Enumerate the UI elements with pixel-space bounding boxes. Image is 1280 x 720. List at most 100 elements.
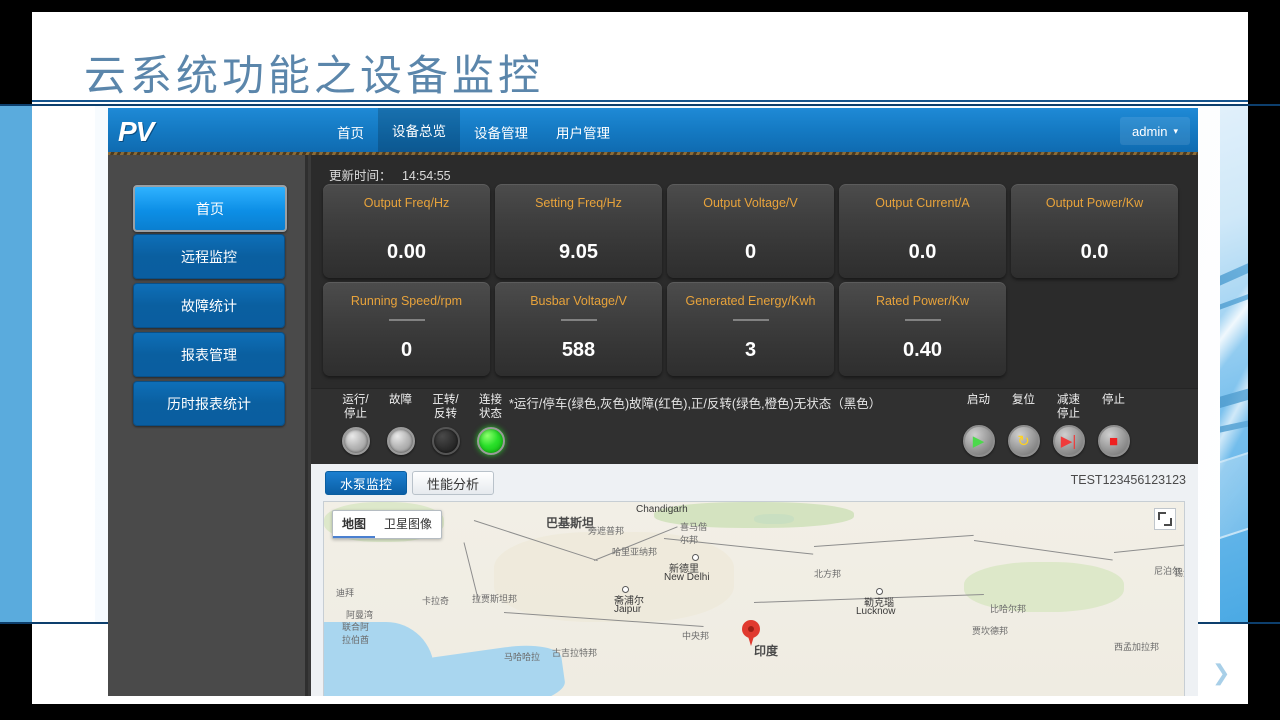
map-type-1[interactable]: 卫星图像 — [375, 511, 441, 538]
metric-card-value: 0.0 — [1011, 241, 1178, 264]
web-app-window: PV 首页 设备总览 设备管理 用户管理 admin ▾ 首页远程监控故障统计报表管理… — [108, 108, 1198, 696]
sidebar-item-label: 报表管理 — [181, 345, 237, 365]
user-menu-label: admin — [1132, 124, 1167, 139]
status-indicator-group: 运行/停止故障正转/反转连接状态 — [333, 393, 513, 455]
main-content: 更新时间： 14:54:55 Output Freq/Hz0.00Setting… — [311, 155, 1198, 696]
metric-card-label: Output Freq/Hz — [323, 196, 490, 210]
slide-title: 云系统功能之设备监控 — [84, 42, 544, 103]
control-button-label: 启动 — [967, 393, 990, 423]
sidebar-item-2[interactable]: 故障统计 — [133, 283, 285, 328]
panel-tab-label: 性能分析 — [427, 474, 479, 493]
update-time-label: 更新时间： — [329, 169, 392, 183]
control-button-label: 复位 — [1012, 393, 1035, 423]
metric-card-value: 0.0 — [839, 241, 1006, 264]
nav-item-3[interactable]: 用户管理 — [542, 108, 624, 155]
panel-tab-0[interactable]: 水泵监控 — [325, 471, 407, 495]
status-indicator-label: 故障 — [389, 393, 412, 423]
decelerate-stop-icon: ▶| — [1055, 427, 1083, 455]
fullscreen-icon[interactable] — [1154, 508, 1176, 530]
sidebar-item-3[interactable]: 报表管理 — [133, 332, 285, 377]
status-led-dark — [432, 427, 460, 455]
nav-item-label: 设备管理 — [474, 122, 528, 142]
map-label: 贾坎德邦 — [972, 624, 1008, 637]
nav-item-label: 首页 — [337, 122, 364, 142]
status-led-green — [477, 427, 505, 455]
map-label: 古吉拉特邦 — [552, 646, 597, 659]
sidebar-item-label: 远程监控 — [181, 247, 237, 267]
metric-card-value: 3 — [667, 339, 834, 362]
stop-icon: ■ — [1100, 427, 1128, 455]
status-indicator-label: 正转/反转 — [432, 393, 458, 423]
metric-card: Running Speed/rpm0 — [323, 282, 490, 376]
metric-card: Output Current/A0.0 — [839, 184, 1006, 278]
metric-card-label: Generated Energy/Kwh — [667, 294, 834, 308]
control-item-3: 停止 ■ — [1091, 393, 1136, 457]
panel-tabs: 水泵监控 性能分析 — [325, 471, 499, 495]
metric-card-value: 0.40 — [839, 339, 1006, 362]
next-arrow-icon[interactable]: ❯ — [1212, 660, 1230, 686]
map-label: 锡金 — [1174, 566, 1185, 579]
control-button-group: 启动 ▶ 复位 ↻ 减速停止 ▶| 停止 ■ — [956, 393, 1136, 457]
metric-card-divider — [389, 319, 425, 321]
sidebar-item-1[interactable]: 远程监控 — [133, 234, 285, 279]
map-label: Chandigarh — [636, 504, 688, 515]
user-menu[interactable]: admin ▾ — [1120, 117, 1190, 145]
top-navbar: PV 首页 设备总览 设备管理 用户管理 admin ▾ — [108, 108, 1198, 155]
map-label: New Delhi — [664, 572, 710, 583]
metric-card-value: 9.05 — [495, 241, 662, 264]
presentation-slide: 云系统功能之设备监控 ❯ PV 首页 设备总览 设备管理 用户管理 admin ▾ 首… — [0, 0, 1280, 720]
map-label: 迪拜 — [336, 586, 354, 599]
status-led-gray — [342, 427, 370, 455]
metric-card-divider — [561, 319, 597, 321]
sidebar-item-4[interactable]: 历时报表统计 — [133, 381, 285, 426]
decelerate-stop-button[interactable]: ▶| — [1053, 425, 1085, 457]
reset-icon: ↻ — [1010, 427, 1038, 455]
sidebar-item-0[interactable]: 首页 — [133, 185, 287, 232]
control-button-label: 停止 — [1102, 393, 1125, 423]
metric-card-value: 588 — [495, 339, 662, 362]
status-indicator-0: 运行/停止 — [333, 393, 378, 455]
metric-card-value: 0 — [323, 339, 490, 362]
stop-button[interactable]: ■ — [1098, 425, 1130, 457]
app-logo[interactable]: PV — [118, 116, 153, 148]
control-item-0: 启动 ▶ — [956, 393, 1001, 457]
map-marker-icon[interactable] — [742, 620, 760, 646]
nav-item-1[interactable]: 设备总览 — [378, 108, 460, 155]
status-indicator-label: 连接状态 — [479, 393, 502, 423]
map-label: 马哈哈拉 — [504, 650, 540, 663]
metric-card-value: 0 — [667, 241, 834, 264]
metric-card: Output Voltage/V0 — [667, 184, 834, 278]
chevron-down-icon: ▾ — [1173, 126, 1178, 137]
map-label: 哈里亚纳邦 — [612, 545, 657, 558]
nav-item-0[interactable]: 首页 — [323, 108, 378, 155]
status-indicator-1: 故障 — [378, 393, 423, 455]
device-id-label: TEST123456123123 — [1071, 473, 1186, 487]
metric-card: Output Freq/Hz0.00 — [323, 184, 490, 278]
navbar-menu: 首页 设备总览 设备管理 用户管理 — [323, 108, 624, 155]
map-label: 联合阿拉伯酋 — [342, 620, 369, 646]
metric-card: Busbar Voltage/V588 — [495, 282, 662, 376]
map-label: Jaipur — [614, 604, 641, 615]
metric-card: Setting Freq/Hz9.05 — [495, 184, 662, 278]
status-legend: *运行/停车(绿色,灰色)故障(红色),正/反转(绿色,橙色)无状态（黑色） — [509, 393, 881, 412]
map-label: 中央邦 — [682, 629, 709, 642]
nav-item-2[interactable]: 设备管理 — [460, 108, 542, 155]
panel-tab-1[interactable]: 性能分析 — [412, 471, 494, 495]
map-view[interactable]: 巴基斯坦Chandigarh旁遮普邦喜马偕尔邦哈里亚纳邦新德里New Delhi… — [323, 501, 1185, 696]
metric-card-row: Running Speed/rpm0Busbar Voltage/V588 Gen… — [323, 282, 1188, 380]
reset-button[interactable]: ↻ — [1008, 425, 1040, 457]
metric-card-divider — [905, 319, 941, 321]
metric-card: Rated Power/Kw 0.40 — [839, 282, 1006, 376]
nav-item-label: 用户管理 — [556, 122, 610, 142]
play-button[interactable]: ▶ — [963, 425, 995, 457]
control-button-label: 减速停止 — [1057, 393, 1080, 423]
map-label: 西孟加拉邦 — [1114, 640, 1159, 653]
metric-card-label: Rated Power/Kw — [839, 294, 1006, 308]
control-item-1: 复位 ↻ — [1001, 393, 1046, 457]
panel-tab-label: 水泵监控 — [340, 474, 392, 493]
map-label: 北方邦 — [814, 567, 841, 580]
nav-item-label: 设备总览 — [392, 120, 446, 140]
metric-card-row: Output Freq/Hz0.00Setting Freq/Hz9.05Out… — [323, 184, 1188, 282]
play-icon: ▶ — [965, 427, 993, 455]
map-type-0[interactable]: 地图 — [333, 511, 375, 538]
